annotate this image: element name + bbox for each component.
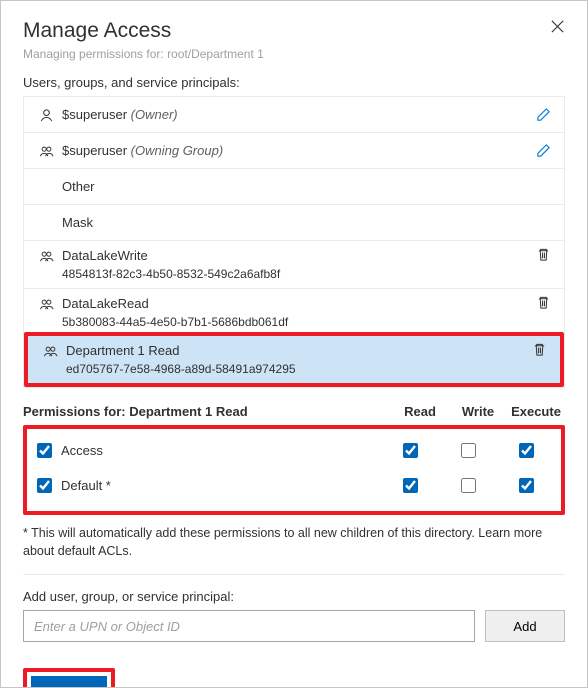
perm-default-write[interactable] bbox=[461, 478, 476, 493]
perm-access-execute[interactable] bbox=[519, 443, 534, 458]
divider bbox=[23, 574, 565, 575]
permissions-header: Permissions for: Department 1 Read Read … bbox=[23, 404, 565, 419]
perm-col-execute: Execute bbox=[507, 404, 565, 419]
perm-default-enable[interactable] bbox=[37, 478, 52, 493]
group-icon bbox=[34, 295, 58, 312]
perm-row-default: Default * bbox=[33, 468, 555, 503]
save-button[interactable]: Save bbox=[31, 676, 107, 688]
principals-label: Users, groups, and service principals: bbox=[23, 75, 565, 90]
add-button[interactable]: Add bbox=[485, 610, 565, 642]
principal-row[interactable]: Mask bbox=[24, 204, 564, 240]
principal-name: Department 1 Readed705767-7e58-4968-a89d… bbox=[62, 342, 528, 377]
principal-row[interactable]: $superuser (Owner) bbox=[24, 96, 564, 132]
principal-name: DataLakeWrite4854813f-82c3-4b50-8532-549… bbox=[58, 247, 532, 282]
principal-row[interactable]: $superuser (Owning Group) bbox=[24, 132, 564, 168]
group-icon bbox=[34, 247, 58, 264]
perm-default-read[interactable] bbox=[403, 478, 418, 493]
group-icon bbox=[34, 142, 58, 159]
perm-label: Default * bbox=[55, 478, 111, 493]
perm-access-read[interactable] bbox=[403, 443, 418, 458]
highlight-selected-principal: Department 1 Readed705767-7e58-4968-a89d… bbox=[24, 332, 564, 387]
close-icon[interactable] bbox=[550, 19, 565, 37]
perm-col-read: Read bbox=[391, 404, 449, 419]
edit-icon[interactable] bbox=[532, 143, 554, 158]
blank-icon bbox=[34, 186, 58, 188]
person-icon bbox=[34, 106, 58, 123]
breadcrumb: Managing permissions for: root/Departmen… bbox=[23, 47, 565, 61]
perm-access-enable[interactable] bbox=[37, 443, 52, 458]
group-icon bbox=[38, 342, 62, 359]
principal-row[interactable]: Other bbox=[24, 168, 564, 204]
edit-icon[interactable] bbox=[532, 107, 554, 122]
principal-name: Other bbox=[58, 178, 554, 196]
principal-name: $superuser (Owning Group) bbox=[58, 142, 532, 160]
principal-name: $superuser (Owner) bbox=[58, 106, 532, 124]
perm-label: Access bbox=[55, 443, 103, 458]
perm-row-access: Access bbox=[33, 433, 555, 468]
add-principal-label: Add user, group, or service principal: bbox=[23, 589, 565, 604]
delete-icon[interactable] bbox=[532, 295, 554, 310]
default-acl-note: * This will automatically add these perm… bbox=[23, 525, 565, 560]
principals-list: $superuser (Owner) $superuser (Owning Gr… bbox=[23, 96, 565, 388]
principal-name: Mask bbox=[58, 214, 554, 232]
blank-icon bbox=[34, 222, 58, 224]
add-principal-input[interactable] bbox=[23, 610, 475, 642]
highlight-permissions: Access Default * bbox=[23, 425, 565, 515]
perm-default-execute[interactable] bbox=[519, 478, 534, 493]
manage-access-panel: Manage Access Managing permissions for: … bbox=[0, 0, 588, 688]
perm-col-write: Write bbox=[449, 404, 507, 419]
principal-row[interactable]: DataLakeWrite4854813f-82c3-4b50-8532-549… bbox=[24, 240, 564, 288]
perm-access-write[interactable] bbox=[461, 443, 476, 458]
delete-icon[interactable] bbox=[528, 342, 550, 357]
principal-name: DataLakeRead5b380083-44a5-4e50-b7b1-5686… bbox=[58, 295, 532, 330]
principal-row[interactable]: DataLakeRead5b380083-44a5-4e50-b7b1-5686… bbox=[24, 288, 564, 332]
delete-icon[interactable] bbox=[532, 247, 554, 262]
principal-row[interactable]: Department 1 Readed705767-7e58-4968-a89d… bbox=[28, 336, 560, 383]
page-title: Manage Access bbox=[23, 19, 171, 43]
highlight-save: Save bbox=[23, 668, 115, 688]
